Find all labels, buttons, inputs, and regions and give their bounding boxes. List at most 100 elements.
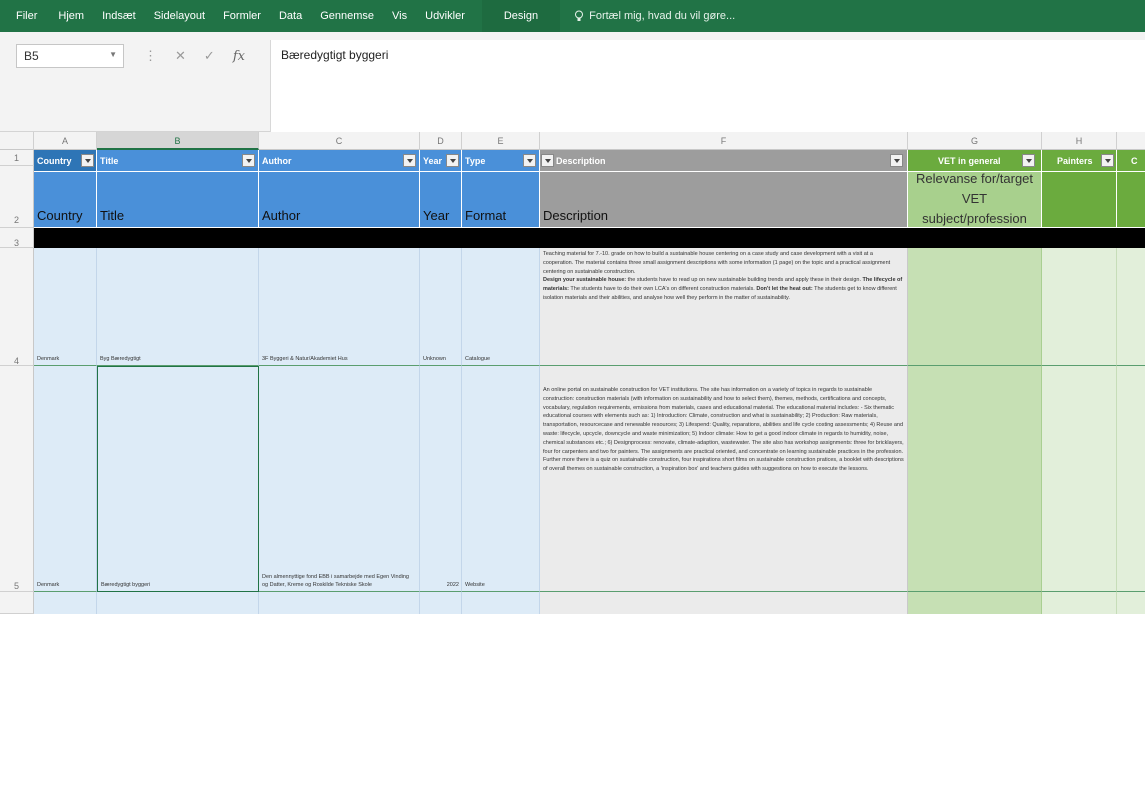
cell-f6[interactable] bbox=[540, 592, 908, 614]
cell-g5[interactable] bbox=[908, 366, 1042, 592]
header-cell-next: C bbox=[1117, 150, 1145, 172]
tab-review[interactable]: Gennemse bbox=[311, 0, 383, 32]
col-header-next[interactable] bbox=[1117, 132, 1145, 150]
row-header-5[interactable]: 5 bbox=[0, 366, 34, 592]
tab-data[interactable]: Data bbox=[270, 0, 311, 32]
cell-d4[interactable]: Unknown bbox=[420, 248, 462, 366]
cell-i4[interactable] bbox=[1117, 248, 1145, 366]
header-cell-year: Year bbox=[420, 150, 462, 172]
tab-design[interactable]: Design bbox=[481, 0, 561, 32]
column-label-format: Format bbox=[462, 172, 540, 228]
filter-label-title: Title bbox=[100, 156, 119, 166]
column-label-author: Author bbox=[259, 172, 420, 228]
row-header-6[interactable] bbox=[0, 592, 34, 614]
filter-dropdown-icon[interactable] bbox=[1101, 154, 1114, 167]
tab-home[interactable]: Hjem bbox=[49, 0, 93, 32]
desc-heading-heat: Don't let the heat out: bbox=[756, 286, 813, 293]
col-header-e[interactable]: E bbox=[462, 132, 540, 150]
filter-dropdown-icon[interactable] bbox=[242, 154, 255, 167]
desc-heading-design: Design your sustainable house: bbox=[543, 277, 627, 284]
filter-label-description: Description bbox=[556, 156, 606, 166]
col-header-d[interactable]: D bbox=[420, 132, 462, 150]
filter-label-country: Country bbox=[37, 156, 72, 166]
chevron-down-icon[interactable]: ▼ bbox=[109, 50, 117, 59]
cell-a4[interactable]: Denmark bbox=[34, 248, 97, 366]
select-all-corner[interactable] bbox=[0, 132, 34, 150]
column-header-row: A B C D E F G H bbox=[0, 132, 1145, 150]
filter-dropdown-icon[interactable] bbox=[81, 154, 94, 167]
cell-format: Website bbox=[465, 582, 485, 588]
column-label-title-text: Title bbox=[100, 208, 125, 223]
enter-icon[interactable]: ✓ bbox=[204, 48, 215, 64]
col-header-g[interactable]: G bbox=[908, 132, 1042, 150]
cancel-icon[interactable]: ✕ bbox=[175, 48, 186, 64]
cell-title: Byg Bæredygtigt bbox=[100, 356, 141, 362]
cell-h6[interactable] bbox=[1042, 592, 1117, 614]
cell-i5[interactable] bbox=[1117, 366, 1145, 592]
formula-input[interactable]: Bæredygtigt byggeri bbox=[270, 40, 1145, 132]
cell-c6[interactable] bbox=[259, 592, 420, 614]
cell-a5[interactable]: Denmark bbox=[34, 366, 97, 592]
col-header-h[interactable]: H bbox=[1042, 132, 1117, 150]
filter-dropdown-icon[interactable] bbox=[446, 154, 459, 167]
cell-title: Bæredygtigt byggeri bbox=[101, 582, 151, 588]
cell-author: Den almennyttige fond EBB i samarbejde m… bbox=[262, 574, 409, 588]
tab-formulas[interactable]: Formler bbox=[214, 0, 270, 32]
column-label-country-text: Country bbox=[37, 208, 83, 223]
header-cell-type: Type bbox=[462, 150, 540, 172]
filter-dropdown-icon[interactable] bbox=[1022, 154, 1035, 167]
filter-label-next: C bbox=[1131, 156, 1138, 166]
cell-country: Denmark bbox=[37, 356, 60, 362]
row-header-1[interactable]: 1 bbox=[0, 150, 34, 166]
col-header-a[interactable]: A bbox=[34, 132, 97, 150]
cell-g6[interactable] bbox=[908, 592, 1042, 614]
formula-bar-area: B5 ▼ ⋮ ✕ ✓ fx Bæredygtigt byggeri bbox=[0, 32, 1145, 132]
column-label-description: Description bbox=[540, 172, 908, 228]
name-box-value: B5 bbox=[24, 49, 39, 63]
cell-h5[interactable] bbox=[1042, 366, 1117, 592]
cell-g4[interactable] bbox=[908, 248, 1042, 366]
column-label-format-text: Format bbox=[465, 208, 507, 223]
cell-f4[interactable]: Teaching material for 7.-10. grade on ho… bbox=[540, 248, 908, 366]
cell-i6[interactable] bbox=[1117, 592, 1145, 614]
cell-b6[interactable] bbox=[97, 592, 259, 614]
filter-dropdown-icon[interactable] bbox=[523, 154, 536, 167]
column-label-title: Title bbox=[97, 172, 259, 228]
cell-h4[interactable] bbox=[1042, 248, 1117, 366]
filter-dropdown-icon[interactable] bbox=[890, 154, 903, 167]
row-header-3[interactable]: 3 bbox=[0, 228, 34, 248]
filter-dropdown-icon[interactable] bbox=[541, 154, 554, 167]
tab-developer[interactable]: Udvikler bbox=[416, 0, 474, 32]
tab-view[interactable]: Vis bbox=[383, 0, 416, 32]
cell-format: Catalogue bbox=[465, 356, 491, 362]
col-header-b[interactable]: B bbox=[97, 132, 259, 150]
row-header-2[interactable]: 2 bbox=[0, 166, 34, 228]
cell-e5[interactable]: Website bbox=[462, 366, 540, 592]
insert-function-icon[interactable]: fx bbox=[233, 49, 245, 64]
tab-file[interactable]: Filer bbox=[0, 0, 49, 32]
cell-b5-selected[interactable]: Bæredygtigt byggeri bbox=[97, 366, 259, 592]
separator-row bbox=[34, 228, 1145, 248]
cell-d6[interactable] bbox=[420, 592, 462, 614]
cell-a6[interactable] bbox=[34, 592, 97, 614]
col-header-c[interactable]: C bbox=[259, 132, 420, 150]
filter-dropdown-icon[interactable] bbox=[403, 154, 416, 167]
cell-c5[interactable]: Den almennyttige fond EBB i samarbejde m… bbox=[259, 366, 420, 592]
tab-insert[interactable]: Indsæt bbox=[93, 0, 145, 32]
cell-country: Denmark bbox=[37, 582, 60, 588]
tell-me-search[interactable]: Fortæl mig, hvad du vil gøre... bbox=[560, 10, 735, 22]
cell-f5[interactable]: An online portal on sustainable construc… bbox=[540, 366, 908, 592]
cell-year: 2022 bbox=[446, 582, 459, 588]
cell-b4[interactable]: Byg Bæredygtigt bbox=[97, 248, 259, 366]
cell-e4[interactable]: Catalogue bbox=[462, 248, 540, 366]
column-label-relevance: Relevanse for/target VET subject/profess… bbox=[908, 172, 1042, 228]
col-header-f[interactable]: F bbox=[540, 132, 908, 150]
cell-d5[interactable]: 2022 bbox=[420, 366, 462, 592]
more-options-icon: ⋮ bbox=[144, 48, 157, 63]
cell-description: An online portal on sustainable construc… bbox=[543, 387, 904, 473]
tab-page-layout[interactable]: Sidelayout bbox=[145, 0, 214, 32]
cell-e6[interactable] bbox=[462, 592, 540, 614]
cell-c4[interactable]: 3F Byggeri & Natur/Akademiet Hus bbox=[259, 248, 420, 366]
row-header-4[interactable]: 4 bbox=[0, 248, 34, 366]
name-box[interactable]: B5 ▼ bbox=[16, 44, 124, 68]
